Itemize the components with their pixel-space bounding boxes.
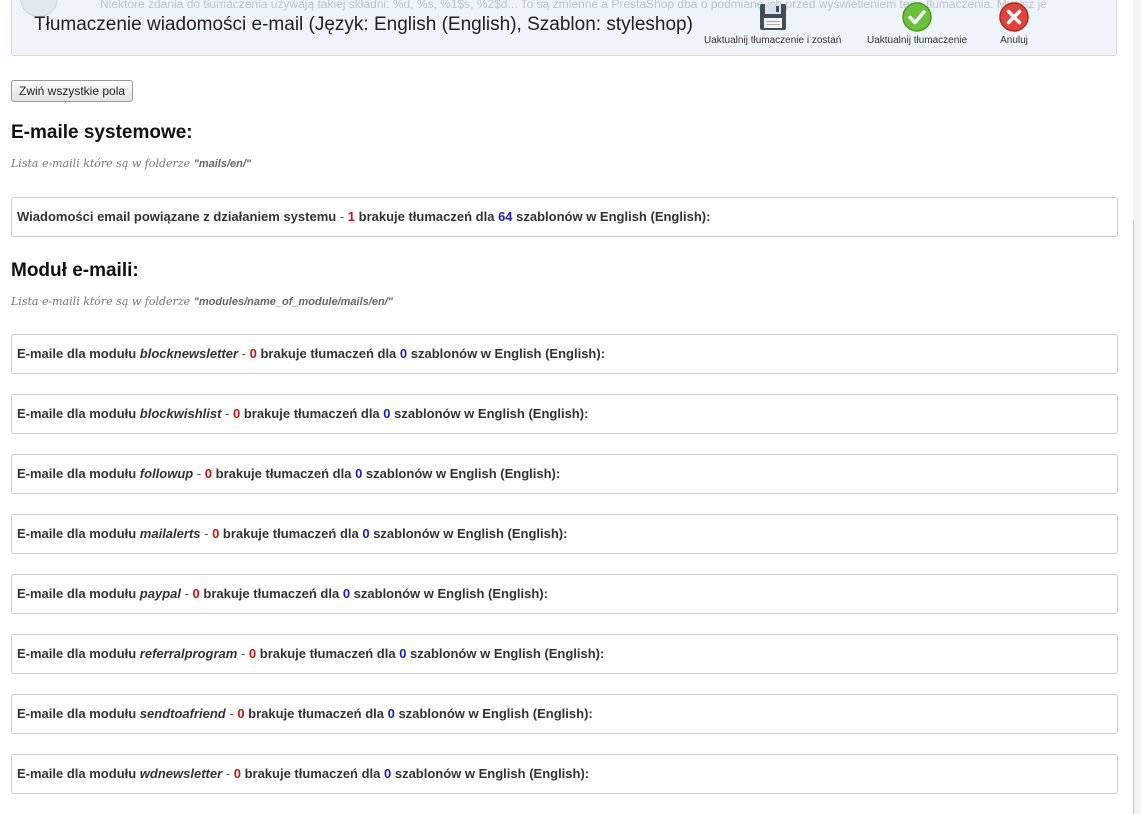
panel-label: Wiadomości email powiązane z działaniem … — [17, 209, 337, 224]
module-name: blockwishlist — [139, 406, 222, 421]
panel-suffix: szablonów w English (English): — [407, 346, 606, 361]
panel-prefix: E-maile dla modułu — [17, 406, 140, 421]
panel-dash: - — [238, 346, 250, 361]
panel-suffix: szablonów w English (English): — [369, 526, 568, 541]
panel-mid: brakuje tłumaczeń dla — [240, 406, 384, 421]
system-emails-panel[interactable]: Wiadomości email powiązane z działaniem … — [11, 197, 1118, 237]
missing-count: 1 — [347, 209, 356, 224]
toolbar: Niektóre zdania do tłumaczenia używają t… — [11, 0, 1117, 56]
template-count: 0 — [387, 706, 395, 721]
panel-mid: brakuje tłumaczeń dla — [219, 526, 363, 541]
scrollbar[interactable] — [1133, 0, 1141, 814]
missing-count: 0 — [237, 706, 245, 721]
module-panel-sendtoafriend[interactable]: E-maile dla modułu sendtoafriend - 0 bra… — [11, 694, 1118, 734]
module-panel-blockwishlist[interactable]: E-maile dla modułu blockwishlist - 0 bra… — [11, 394, 1118, 434]
save-and-stay-button[interactable]: Uaktualnij tłumaczenie i zostań — [704, 1, 841, 53]
save-label: Uaktualnij tłumaczenie — [867, 35, 968, 46]
panel-dash: - — [237, 646, 249, 661]
module-panel-mailalerts[interactable]: E-maile dla modułu mailalerts - 0 brakuj… — [11, 514, 1118, 554]
panel-prefix: E-maile dla modułu — [17, 706, 140, 721]
panel-suffix: szablonów w English (English): — [512, 209, 711, 224]
panel-mid: brakuje tłumaczeń dla — [240, 766, 384, 781]
module-name: blocknewsletter — [139, 346, 239, 361]
template-count: 0 — [362, 526, 370, 541]
module-panel-paypal[interactable]: E-maile dla modułu paypal - 0 brakuje tł… — [11, 574, 1118, 614]
module-name: wdnewsletter — [139, 766, 223, 781]
panel-mid: brakuje tłumaczeń dla — [199, 586, 343, 601]
panel-dash: - — [221, 406, 233, 421]
checkmark-icon — [902, 2, 932, 32]
module-emails-heading: Moduł e-maili: — [11, 260, 139, 281]
panel-suffix: szablonów w English (English): — [350, 586, 548, 601]
panel-mid: brakuje tłumaczeń dla — [212, 466, 356, 481]
save-and-stay-label: Uaktualnij tłumaczenie i zostań — [704, 35, 842, 46]
missing-count: 0 — [249, 346, 257, 361]
save-button[interactable]: Uaktualnij tłumaczenie — [867, 1, 967, 53]
panel-prefix: E-maile dla modułu — [17, 646, 140, 661]
template-count: 64 — [498, 209, 513, 224]
close-icon — [999, 2, 1029, 32]
missing-count: 0 — [204, 466, 213, 481]
panel-dash: - — [225, 706, 238, 721]
note-path: "mails/en/" — [193, 158, 252, 170]
collapse-all-button[interactable]: Zwiń wszystkie pola — [11, 80, 134, 102]
panel-dash: - — [193, 466, 205, 481]
panel-mid: brakuje tłumaczeń dla — [355, 209, 499, 224]
panel-suffix: szablonów w English (English): — [362, 466, 561, 481]
template-count: 0 — [342, 586, 351, 601]
panel-suffix: szablonów w English (English): — [406, 646, 605, 661]
module-panel-followup[interactable]: E-maile dla modułu followup - 0 brakuje … — [11, 454, 1118, 494]
module-name: referralprogram — [139, 646, 238, 661]
panel-prefix: E-maile dla modułu — [17, 466, 140, 481]
cancel-label: Anuluj — [1000, 35, 1028, 46]
panel-mid: brakuje tłumaczeń dla — [256, 646, 400, 661]
module-panel-blocknewsletter[interactable]: E-maile dla modułu blocknewsletter - 0 b… — [11, 334, 1118, 374]
module-name: mailalerts — [139, 526, 201, 541]
floppy-disk-icon — [759, 4, 786, 30]
panel-prefix: E-maile dla modułu — [17, 586, 140, 601]
module-name: sendtoafriend — [139, 706, 226, 721]
missing-count: 0 — [233, 766, 241, 781]
note-prefix: Lista e-maili które są w folderze — [11, 295, 194, 308]
panel-mid: brakuje tłumaczeń dla — [256, 346, 400, 361]
panel-dash: - — [222, 766, 234, 781]
panel-prefix: E-maile dla modułu — [17, 346, 140, 361]
panel-suffix: szablonów w English (English): — [394, 706, 593, 721]
cancel-button[interactable]: Anuluj — [998, 1, 1030, 53]
missing-count: 0 — [192, 586, 200, 601]
module-panel-referralprogram[interactable]: E-maile dla modułu referralprogram - 0 b… — [11, 634, 1118, 674]
template-count: 0 — [383, 406, 391, 421]
panel-mid: brakuje tłumaczeń dla — [244, 706, 388, 721]
module-panel-wdnewsletter[interactable]: E-maile dla modułu wdnewsletter - 0 brak… — [11, 754, 1118, 794]
system-emails-heading: E-maile systemowe: — [11, 122, 193, 143]
module-name: followup — [139, 466, 194, 481]
panel-dash: - — [200, 526, 213, 541]
panel-dash: - — [180, 586, 193, 601]
system-emails-note: Lista e-maili które są w folderze "mails… — [11, 157, 251, 170]
note-path: "modules/name_of_module/mails/en/" — [193, 296, 393, 308]
panel-dash: - — [336, 209, 348, 224]
note-prefix: Lista e-maili które są w folderze — [11, 157, 194, 170]
panel-prefix: E-maile dla modułu — [17, 526, 140, 541]
panel-suffix: szablonów w English (English): — [390, 406, 589, 421]
page-title: Tłumaczenie wiadomości e-mail (Język: En… — [34, 14, 693, 35]
panel-prefix: E-maile dla modułu — [17, 766, 140, 781]
module-name: paypal — [139, 586, 181, 601]
module-emails-note: Lista e-maili które są w folderze "modul… — [11, 295, 393, 308]
panel-suffix: szablonów w English (English): — [391, 766, 590, 781]
